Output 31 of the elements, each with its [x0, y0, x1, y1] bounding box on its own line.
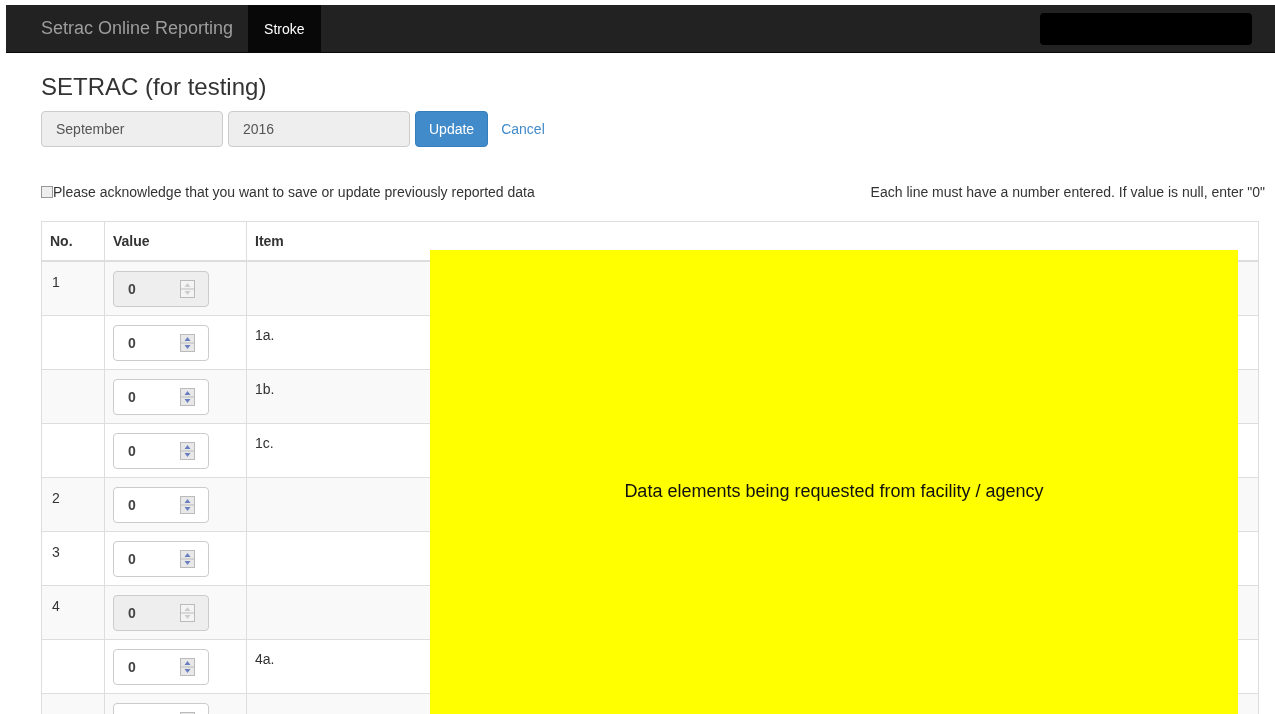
number-input[interactable]: 0: [113, 325, 209, 361]
acknowledge-label: Please acknowledge that you want to save or update previously reported data: [53, 184, 535, 200]
instruction-text: Each line must have a number entered. If value is null, enter "0": [870, 184, 1265, 200]
number-input[interactable]: 0: [113, 487, 209, 523]
number-input[interactable]: 0: [113, 433, 209, 469]
spinner-icon[interactable]: [180, 496, 195, 514]
cancel-link[interactable]: Cancel: [501, 121, 545, 137]
spinner-icon[interactable]: [180, 550, 195, 568]
item-label: 1a.: [255, 327, 275, 343]
spinner-icon[interactable]: [180, 658, 195, 676]
item-label: 1b.: [255, 381, 275, 397]
number-input[interactable]: 0: [113, 541, 209, 577]
number-input[interactable]: 0: [113, 649, 209, 685]
overlay-note: Data elements being requested from facility / agency: [624, 481, 1044, 502]
brand-link[interactable]: Setrac Online Reporting: [6, 5, 249, 52]
update-button[interactable]: Update: [415, 111, 489, 147]
row-number: 4: [52, 598, 60, 614]
item-label: 1c.: [255, 435, 274, 451]
spinner-icon[interactable]: [180, 334, 195, 352]
month-select[interactable]: September: [41, 111, 223, 147]
row-number: 1: [52, 274, 60, 290]
page-heading: SETRAC (for testing): [41, 73, 268, 101]
item-label: 4a.: [255, 651, 275, 667]
spinner-icon[interactable]: [180, 442, 195, 460]
acknowledge-checkbox[interactable]: [41, 186, 53, 198]
spinner-icon[interactable]: [180, 388, 195, 406]
nav-tab[interactable]: Stroke: [248, 5, 321, 52]
row-number: 2: [52, 490, 60, 506]
number-input[interactable]: 0: [113, 379, 209, 415]
year-select[interactable]: 2016: [228, 111, 410, 147]
row-number: 3: [52, 544, 60, 560]
